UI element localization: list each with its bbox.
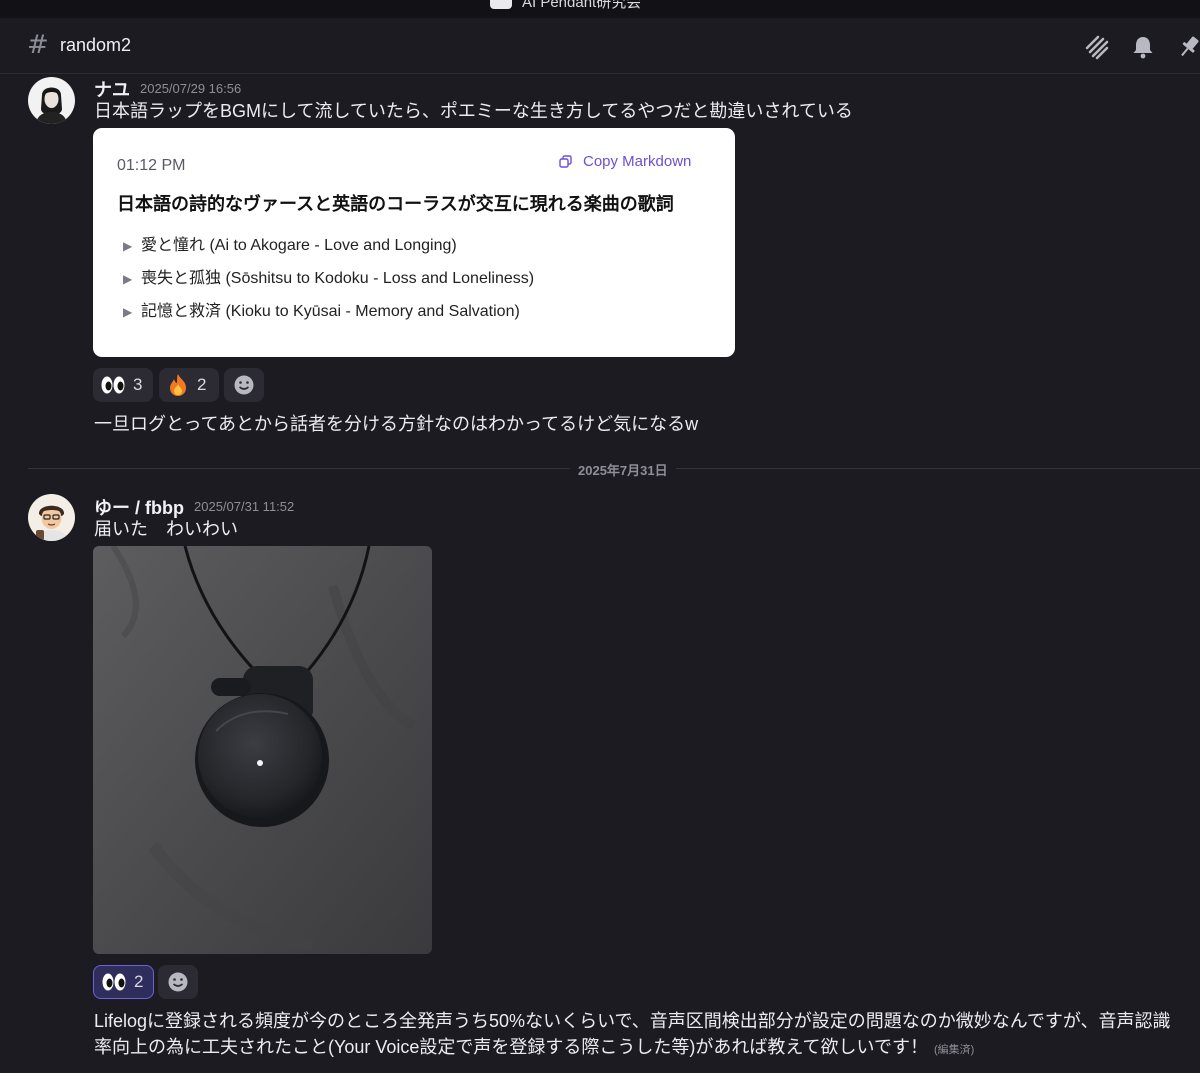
- fire-emoji-icon: [170, 374, 186, 396]
- disclosure-triangle-icon: ▶: [123, 272, 133, 286]
- avatar[interactable]: [28, 77, 75, 124]
- message-timestamp: 2025/07/29 16:56: [140, 81, 242, 96]
- embed-time: 01:12 PM: [117, 157, 186, 174]
- item-label: 記憶と救済 (Kioku to Kyūsai - Memory and Salv…: [141, 303, 520, 320]
- disclosure-triangle-icon: ▶: [123, 239, 133, 253]
- image-attachment[interactable]: [93, 546, 432, 954]
- reaction-eyes[interactable]: 2: [93, 965, 154, 999]
- message-text-line: 率向上の為に工夫されたこと(Your Voice設定で声を登録する際こうした等)…: [94, 1034, 974, 1063]
- collapsible-item[interactable]: ▶ 愛と憧れ (Ai to Akogare - Love and Longing): [123, 231, 457, 255]
- embed-title: 日本語の詩的なヴァースと英語のコーラスが交互に現れる楽曲の歌詞: [117, 194, 674, 214]
- server-icon: [490, 0, 512, 9]
- eyes-emoji-icon: [102, 973, 126, 991]
- message-text: 届いた わいわい: [94, 519, 238, 539]
- date-divider-label: 2025年7月31日: [570, 460, 676, 479]
- server-name: AI Pendant研究会: [522, 0, 642, 11]
- reaction-count: 2: [134, 972, 144, 991]
- copy-icon: [559, 155, 572, 168]
- copy-markdown-label: Copy Markdown: [583, 153, 692, 170]
- reaction-count: 2: [197, 375, 207, 394]
- message-text: Lifelogに登録される頻度が今のところ全発声うち50%ないくらいで、音声区間…: [94, 1011, 1171, 1031]
- message-text: 一旦ログとってあとから話者を分ける方針なのはわかってるけど気になるw: [94, 414, 699, 434]
- reaction-eyes[interactable]: 3: [93, 368, 153, 402]
- add-reaction-button[interactable]: [224, 368, 264, 402]
- bell-icon[interactable]: [1130, 34, 1156, 60]
- hash-icon: #: [27, 30, 49, 60]
- window-titlebar: AI Pendant研究会: [0, 0, 1200, 18]
- reaction-fire[interactable]: 2: [159, 368, 219, 402]
- collapsible-item[interactable]: ▶ 喪失と孤独 (Sōshitsu to Kodoku - Loss and Lo…: [123, 264, 534, 288]
- add-reaction-button[interactable]: [158, 965, 198, 999]
- avatar[interactable]: [28, 494, 75, 541]
- reaction-count: 3: [133, 375, 143, 394]
- collapsible-item[interactable]: ▶ 記憶と救済 (Kioku to Kyūsai - Memory and Sal…: [123, 297, 520, 321]
- item-label: 愛と憧れ (Ai to Akogare - Love and Longing): [141, 237, 457, 254]
- threads-icon[interactable]: [1084, 34, 1110, 60]
- channel-header: # random2: [0, 18, 1200, 74]
- disclosure-triangle-icon: ▶: [123, 305, 133, 319]
- message-timestamp: 2025/07/31 11:52: [194, 499, 295, 514]
- item-label: 喪失と孤独 (Sōshitsu to Kodoku - Loss and Lon…: [141, 270, 535, 287]
- smiley-icon: [168, 972, 188, 992]
- pin-icon[interactable]: [1176, 34, 1200, 60]
- message-text: 日本語ラップをBGMにして流していたら、ポエミーな生き方してるやつだと勘違いされ…: [94, 101, 853, 121]
- smiley-icon: [234, 375, 254, 395]
- message-text: 率向上の為に工夫されたこと(Your Voice設定で声を登録する際こうした等)…: [94, 1037, 928, 1057]
- channel-name: random2: [60, 35, 132, 55]
- embed-card: 01:12 PM Copy Markdown 日本語の詩的なヴァースと英語のコー…: [93, 128, 735, 357]
- edited-label: (編集済): [933, 1044, 975, 1056]
- eyes-emoji-icon: [101, 376, 125, 394]
